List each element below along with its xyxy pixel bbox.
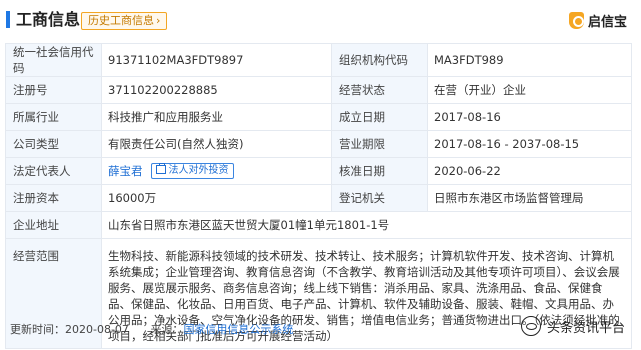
watermark-logo-icon [520,316,541,336]
company-type-label: 公司类型 [5,130,102,158]
history-info-label: 历史工商信息 [88,14,154,27]
rep-invest-label: 法人对外投资 [168,165,229,177]
table-row: 法定代表人 薛宝君 法人对外投资 核准日期 2020-06-22 [5,157,632,185]
watermark-text: 头条资讯平台 [546,320,625,336]
title-accent-bar [6,11,10,28]
table-row: 企业地址 山东省日照市东港区蓝天世贸大厦01幢1单元1801-1号 [5,211,632,239]
industry-label: 所属行业 [5,103,102,131]
footer-meta: 更新时间：2020-08-07 来源：国家信用信息公示系统 [10,322,293,338]
reg-no-label: 注册号 [5,76,102,104]
term-value: 2017-08-16 - 2037-08-15 [427,130,632,158]
rep-invest-button[interactable]: 法人对外投资 [150,163,234,180]
approval-value: 2020-06-22 [427,157,632,185]
section-title: 工商信息 [16,10,81,29]
brand-logo: 启信宝 [568,10,627,30]
table-row: 所属行业 科技推广和应用服务业 成立日期 2017-08-16 [5,103,632,131]
credit-code-value: 91371102MA3FDT9897 [101,43,332,77]
chevron-right-icon: › [156,14,161,27]
address-label: 企业地址 [5,211,102,239]
update-value: 2020-08-07 [65,323,129,336]
shield-icon [568,11,584,29]
established-value: 2017-08-16 [427,103,632,131]
status-label: 经营状态 [331,76,428,104]
org-code-label: 组织机构代码 [331,43,428,77]
authority-value: 日照市东港区市场监督管理局 [427,184,632,212]
source-link[interactable]: 国家信用信息公示系统 [183,323,293,336]
status-value: 在营（开业）企业 [427,76,632,104]
watermark: 头条资讯平台 [520,316,625,336]
history-info-button[interactable]: 历史工商信息 › [81,12,168,30]
rep-label: 法定代表人 [5,157,102,185]
authority-label: 登记机关 [331,184,428,212]
briefcase-icon [155,163,166,175]
table-row: 注册资本 16000万 登记机关 日照市东港区市场监督管理局 [5,184,632,212]
table-row: 统一社会信用代码 91371102MA3FDT9897 组织机构代码 MA3FD… [5,43,632,77]
approval-label: 核准日期 [331,157,428,185]
brand-name: 启信宝 [587,14,627,30]
table-row: 公司类型 有限责任公司(自然人独资) 营业期限 2017-08-16 - 203… [5,130,632,158]
term-label: 营业期限 [331,130,428,158]
business-info-table: 统一社会信用代码 91371102MA3FDT9897 组织机构代码 MA3FD… [5,43,632,349]
update-label: 更新时间： [10,323,65,336]
capital-value: 16000万 [101,184,332,212]
established-label: 成立日期 [331,103,428,131]
rep-value-cell: 薛宝君 法人对外投资 [101,157,332,185]
legal-rep-link[interactable]: 薛宝君 [108,164,143,178]
reg-no-value: 371102200228885 [101,76,332,104]
source-label: 来源： [150,323,184,336]
table-row: 注册号 371102200228885 经营状态 在营（开业）企业 [5,76,632,104]
org-code-value: MA3FDT989 [427,43,632,77]
capital-label: 注册资本 [5,184,102,212]
credit-code-label: 统一社会信用代码 [5,43,102,77]
industry-value: 科技推广和应用服务业 [101,103,332,131]
section-header: 工商信息 历史工商信息 › 启信宝 [0,0,641,40]
company-type-value: 有限责任公司(自然人独资) [101,130,332,158]
address-value: 山东省日照市东港区蓝天世贸大厦01幢1单元1801-1号 [101,211,632,239]
